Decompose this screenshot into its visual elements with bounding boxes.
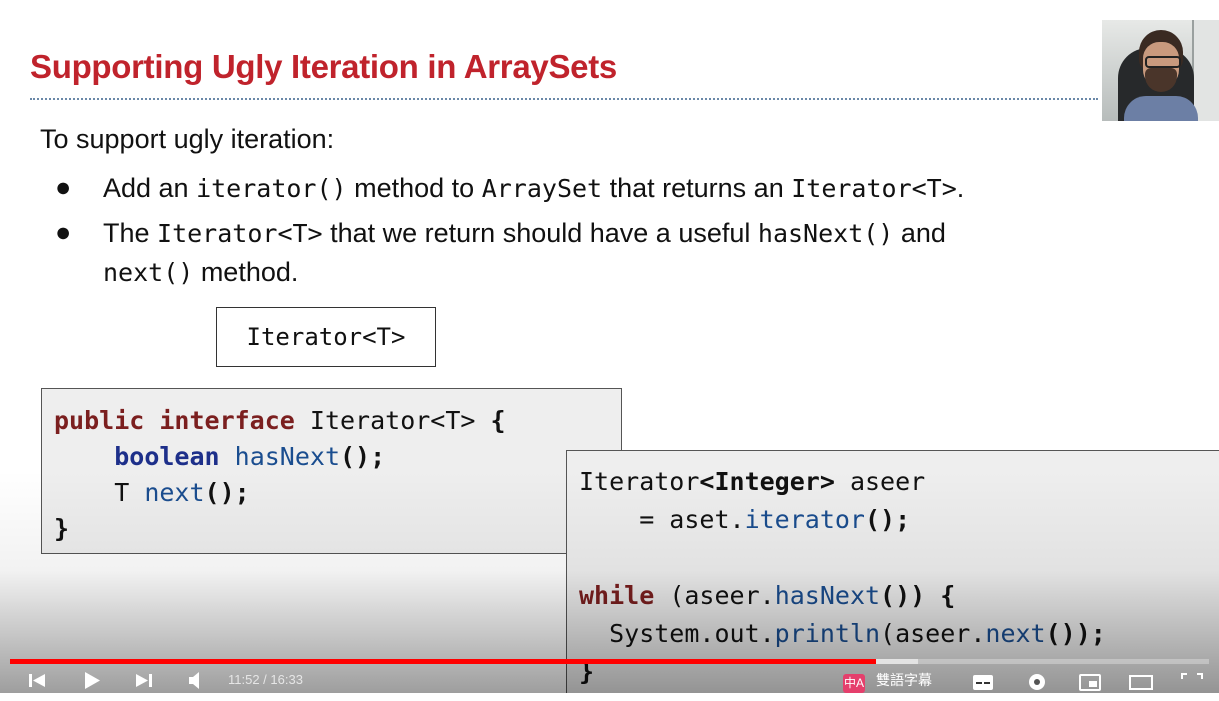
code-brace-close: } (54, 514, 70, 543)
code-cond-end: ()) { (880, 581, 956, 610)
code-brace-open: { (490, 406, 506, 435)
code-keyword-boolean: boolean (114, 442, 220, 471)
miniplayer-icon[interactable] (1078, 667, 1102, 701)
title-divider (30, 98, 1098, 100)
skip-previous-icon[interactable] (27, 667, 47, 701)
bullet1-text-4: . (956, 173, 965, 203)
code-print-mid: (aseer. (880, 619, 986, 648)
presentation-slide: Supporting Ugly Iteration in ArraySets T… (0, 0, 1219, 693)
code-keyword-interface: interface (159, 406, 295, 435)
player-controls: 11:52 / 16:33 中A 雙語字幕 (0, 667, 1219, 693)
code-method-hasnext: hasNext (234, 442, 340, 471)
presenter-webcam (1102, 20, 1219, 121)
code-next-parens: (); (204, 478, 250, 507)
fullscreen-icon[interactable] (1180, 667, 1204, 701)
code-decl-generic: <Integer> (699, 467, 835, 496)
intro-text: To support ugly iteration: (40, 124, 335, 154)
bullet-item-2: The Iterator<T> that we return should ha… (103, 214, 1163, 292)
code-method-iterator: iterator (744, 505, 865, 534)
bullet-item-1: Add an iterator() method to ArraySet tha… (103, 169, 1163, 208)
iterator-interface-code: public interface Iterator<T> { boolean h… (54, 403, 506, 547)
settings-gear-icon[interactable] (1026, 667, 1048, 701)
code-type-t: T (114, 478, 145, 507)
iterator-usage-code: Iterator<Integer> aseer = aset.iterator(… (579, 463, 1106, 691)
bullet1-text-2: method to (346, 173, 482, 203)
bullet1-code-iterator: iterator() (196, 174, 347, 203)
progress-played (10, 659, 876, 664)
subtitles-icon[interactable] (972, 667, 994, 701)
bullet-marker: ● (55, 172, 72, 202)
presenter-shirt (1124, 96, 1198, 121)
webcam-door (1192, 20, 1219, 121)
bullet1-text-1: Add an (103, 173, 197, 203)
bullet2-text-3: and (893, 218, 946, 248)
iterator-type-label: Iterator<T> (246, 323, 406, 351)
volume-icon[interactable] (187, 667, 207, 701)
theater-mode-icon[interactable] (1128, 667, 1154, 701)
code-method-next: next (144, 478, 205, 507)
code-decl-type: Iterator (579, 467, 700, 496)
bullet2-code-hasnext: hasNext() (757, 219, 894, 248)
presenter-glasses (1145, 56, 1181, 68)
bullet1-text-3: that returns an (602, 173, 792, 203)
code-print-start: System.out. (579, 619, 775, 648)
code-assign-end: (); (865, 505, 911, 534)
skip-next-icon[interactable] (134, 667, 154, 701)
iterator-type-box: Iterator<T> (216, 307, 436, 367)
bullet2-code-next: next() (103, 258, 194, 287)
code-method-next-call: next (985, 619, 1046, 648)
bullet-marker: ● (55, 217, 72, 247)
bilingual-subtitles-badge[interactable]: 中A (843, 674, 865, 693)
time-display: 11:52 / 16:33 (228, 672, 303, 687)
bullet2-text-1: The (103, 218, 158, 248)
code-type-iterator: Iterator<T> (294, 406, 491, 435)
bullet2-text-4: method. (193, 257, 299, 287)
bilingual-subtitles-label[interactable]: 雙語字幕 (876, 667, 932, 693)
code-print-end: ()); (1045, 619, 1106, 648)
code-method-hasnext-call: hasNext (774, 581, 881, 610)
play-icon[interactable] (82, 667, 102, 701)
code-method-println: println (774, 619, 881, 648)
progress-bar[interactable] (10, 659, 1209, 664)
iterator-usage-code-block: Iterator<Integer> aseer = aset.iterator(… (566, 450, 1219, 693)
code-keyword-public: public (54, 406, 145, 435)
bullet1-code-arrayset: ArraySet (481, 174, 603, 203)
iterator-interface-code-block: public interface Iterator<T> { boolean h… (41, 388, 622, 554)
code-hasnext-parens: (); (340, 442, 386, 471)
code-keyword-while: while (579, 581, 655, 610)
code-assign: = aset. (579, 505, 745, 534)
bullet2-text-2: that we return should have a useful (322, 218, 758, 248)
code-decl-var: aseer (834, 467, 926, 496)
bullet2-code-iterator-type: Iterator<T> (157, 219, 323, 248)
bullet1-code-iterator-type: Iterator<T> (791, 174, 957, 203)
code-cond-start: (aseer. (654, 581, 775, 610)
slide-title: Supporting Ugly Iteration in ArraySets (30, 48, 617, 85)
